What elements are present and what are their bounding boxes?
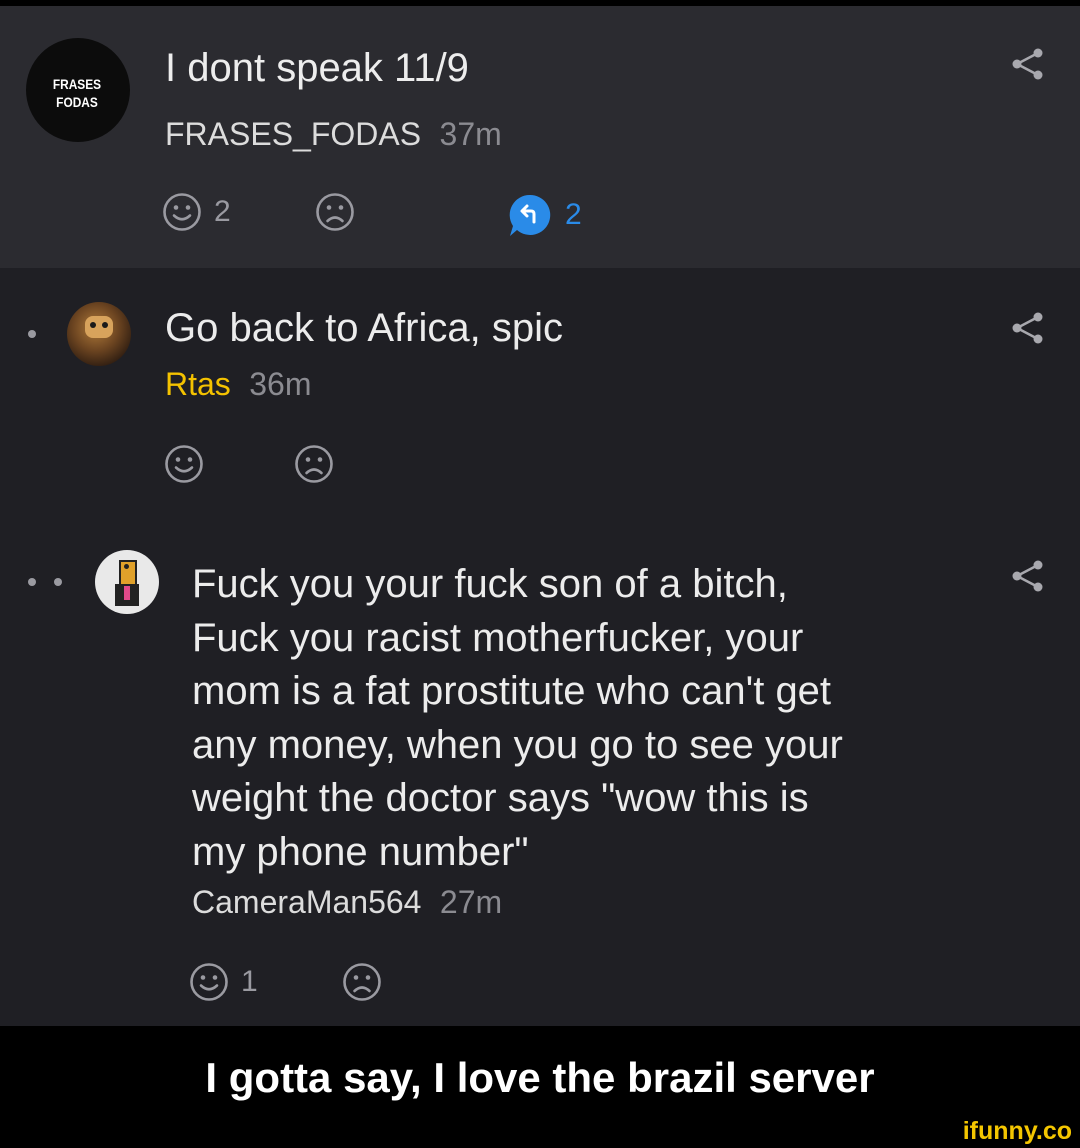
thread-depth-dot	[28, 330, 36, 338]
comment-meta: FRASES_FODAS 37m	[165, 116, 502, 153]
share-icon[interactable]	[1008, 44, 1048, 84]
comment-time: 27m	[439, 884, 503, 920]
reply-icon	[509, 194, 551, 236]
smile-icon	[163, 193, 201, 231]
meme-caption: I gotta say, I love the brazil server	[205, 1054, 875, 1101]
thread-depth-dot	[28, 578, 36, 586]
comment-time: 37m	[439, 116, 502, 152]
comment-author[interactable]: CameraMan564	[192, 884, 421, 920]
frown-icon[interactable]	[342, 962, 382, 1002]
thread-depth-dot	[54, 578, 62, 586]
smile-count: 2	[214, 195, 231, 228]
frown-icon[interactable]	[294, 444, 334, 484]
reply-button[interactable]: 2	[507, 192, 582, 238]
comment-meta: Rtas 36m	[165, 366, 312, 403]
comment-text: Go back to Africa, spic	[165, 306, 563, 350]
avatar-figure	[85, 316, 113, 338]
top-comment: FRASES FODAS I dont speak 11/9 FRASES_FO…	[0, 6, 1080, 268]
avatar-eye	[124, 564, 129, 569]
frown-icon[interactable]	[315, 192, 355, 232]
smile-icon[interactable]	[164, 444, 204, 484]
comment-text: I dont speak 11/9	[165, 46, 469, 90]
comment-line: Fuck you racist motherfucker, your	[192, 615, 804, 660]
comment-meta: CameraMan564 27m	[192, 884, 502, 921]
comment-line: any money, when you go to see your	[192, 722, 843, 767]
avatar[interactable]	[95, 550, 159, 614]
avatar-tie	[124, 586, 130, 600]
share-icon[interactable]	[1008, 308, 1048, 348]
avatar-label: FODAS	[56, 94, 98, 110]
comments-screen: FRASES FODAS I dont speak 11/9 FRASES_FO…	[0, 6, 1080, 1026]
comment-line: weight the doctor says "wow this is	[192, 776, 809, 820]
share-icon[interactable]	[1008, 556, 1048, 596]
caption-bar: I gotta say, I love the brazil server	[0, 1026, 1080, 1130]
avatar-eye	[102, 322, 108, 328]
comment-line: Fuck you your fuck son of a bitch,	[192, 562, 788, 606]
comment-line: my phone number"	[192, 829, 529, 874]
reply-count: 2	[565, 198, 582, 231]
comment-line: mom is a fat prostitute who can't get	[192, 669, 832, 713]
avatar-label: FRASES	[52, 76, 102, 92]
ifunny-watermark: ifunny.co	[962, 1117, 1072, 1145]
comment-author[interactable]: Rtas	[165, 366, 231, 402]
comment-author[interactable]: FRASES_FODAS	[165, 116, 421, 152]
comment-text: Fuck you your fuck son of a bitch, Fuck …	[192, 558, 843, 879]
comment-time: 36m	[249, 366, 312, 402]
smile-icon	[190, 963, 228, 1001]
avatar-eye	[90, 322, 96, 328]
smile-reaction[interactable]: 1	[189, 962, 258, 1002]
smile-reaction[interactable]: 2	[162, 192, 231, 232]
avatar[interactable]: FRASES FODAS	[26, 38, 130, 142]
avatar[interactable]	[67, 302, 131, 366]
smile-count: 1	[241, 965, 258, 998]
